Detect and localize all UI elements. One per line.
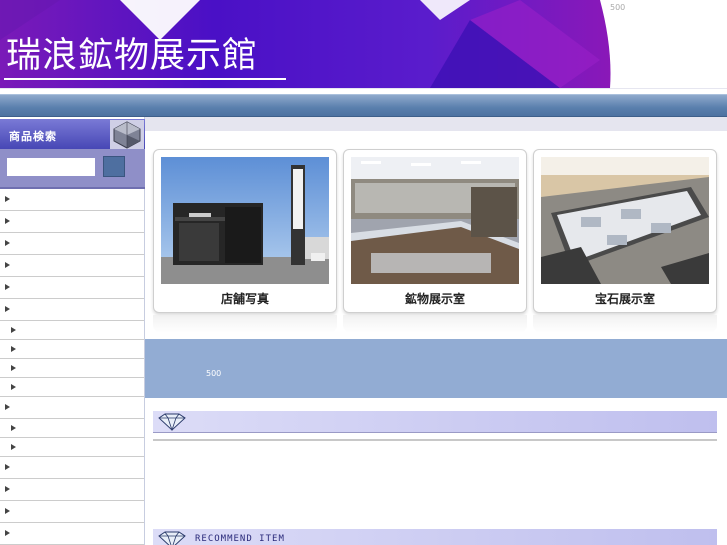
card-mineral-showroom[interactable]: 鉱物展示室 [343, 149, 527, 313]
sidebar-menu-item[interactable] [0, 340, 144, 359]
arrow-right-icon [11, 327, 16, 333]
card-gem-showroom[interactable]: 宝石展示室 [533, 149, 717, 313]
product-search-title: 商品検索 [9, 130, 57, 143]
card-reflection [533, 315, 717, 333]
sidebar-menu-item[interactable] [0, 501, 144, 523]
sidebar-menu-item[interactable] [0, 321, 144, 340]
info-access-counter: 500 [206, 369, 222, 378]
arrow-right-icon [5, 284, 10, 290]
sidebar-menu-item[interactable] [0, 359, 144, 378]
arrow-right-icon [5, 306, 10, 312]
card-label: 宝石展示室 [594, 292, 655, 306]
product-search-box [0, 149, 145, 189]
header-access-counter: 500 [610, 3, 626, 12]
arrow-right-icon [11, 365, 16, 371]
arrow-right-icon [5, 508, 10, 514]
card-store-photo[interactable]: 店舗写真 [153, 149, 337, 313]
category-menu [0, 189, 144, 545]
arrow-right-icon [11, 425, 16, 431]
sidebar-menu-item[interactable] [0, 211, 144, 233]
sidebar-menu-item[interactable] [0, 523, 144, 545]
site-title[interactable]: 瑞浪鉱物展示館 [6, 36, 258, 76]
arrow-right-icon [5, 196, 10, 202]
section-title-recommend-item: RECOMMEND ITEM [195, 534, 285, 544]
arrow-right-icon [5, 464, 10, 470]
product-search-input[interactable] [7, 158, 95, 176]
arrow-right-icon [11, 346, 16, 352]
card-label: 店舗写真 [220, 292, 269, 306]
arrow-right-icon [5, 218, 10, 224]
store-building-photo-icon [161, 157, 329, 284]
sidebar-menu-item[interactable] [0, 397, 144, 419]
section-header-news [153, 411, 717, 433]
card-reflection [153, 315, 337, 333]
arrow-right-icon [11, 384, 16, 390]
sidebar-menu-item[interactable] [0, 299, 144, 321]
diamond-icon [158, 413, 186, 431]
arrow-right-icon [5, 262, 10, 268]
arrow-right-icon [5, 404, 10, 410]
product-search-header: 商品検索 [0, 119, 145, 150]
gem-showroom-photo-icon [541, 157, 709, 284]
sidebar-menu-item[interactable] [0, 479, 144, 501]
sidebar-menu-item[interactable] [0, 419, 144, 438]
card-reflection [343, 315, 527, 333]
sidebar-menu-item[interactable] [0, 378, 144, 397]
site-title-underline [4, 78, 286, 80]
diamond-icon [158, 531, 186, 545]
sidebar-menu-item[interactable] [0, 457, 144, 479]
card-label: 鉱物展示室 [404, 292, 465, 306]
sidebar-menu-item[interactable] [0, 255, 144, 277]
arrow-right-icon [5, 240, 10, 246]
arrow-right-icon [11, 444, 16, 450]
arrow-right-icon [5, 530, 10, 536]
sidebar: 商品検索 [0, 117, 145, 545]
sidebar-menu-item[interactable] [0, 233, 144, 255]
sidebar-menu-item[interactable] [0, 438, 144, 457]
main-content: 店舗写真 鉱物展示室 宝石展示室 500 RECOMMEND ITEM [145, 117, 727, 545]
sidebar-menu-item[interactable] [0, 189, 144, 211]
section-header-recommend: RECOMMEND ITEM [153, 529, 717, 545]
sidebar-menu-item[interactable] [0, 277, 144, 299]
gemstone-icon [110, 120, 144, 150]
info-band: 500 [145, 339, 727, 398]
main-top-bar [145, 117, 727, 131]
site-header: 瑞浪鉱物展示館 500 [0, 0, 727, 88]
section-divider [153, 439, 717, 441]
product-search-button[interactable] [103, 156, 125, 177]
navigation-bar [0, 94, 727, 117]
mineral-showroom-photo-icon [351, 157, 519, 284]
arrow-right-icon [5, 486, 10, 492]
